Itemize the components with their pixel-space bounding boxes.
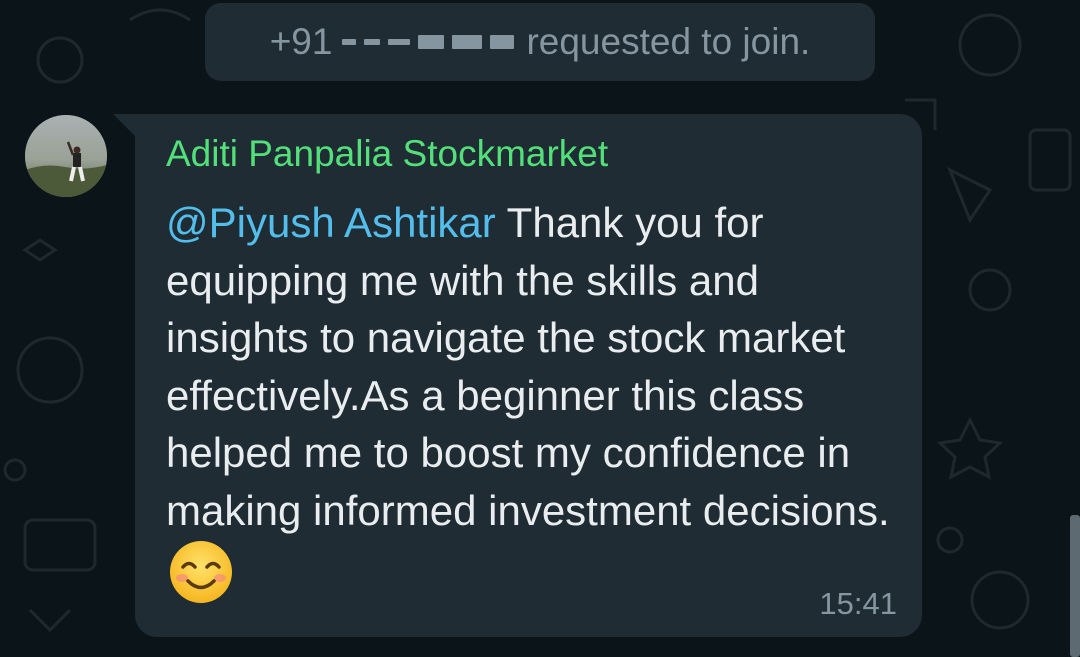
scrollbar-thumb[interactable] — [1070, 515, 1080, 657]
message-body: Thank you for equipping me with the skil… — [166, 199, 890, 534]
join-request-text: requested to join. — [526, 21, 811, 62]
bubble-tail — [113, 114, 137, 138]
sender-name[interactable]: Aditi Panpalia Stockmarket — [166, 133, 608, 175]
sender-avatar[interactable] — [25, 115, 107, 197]
message-timestamp: 15:41 — [819, 586, 897, 621]
join-request-notice: +91 requested to join. — [205, 3, 875, 81]
phone-prefix: +91 — [269, 21, 333, 62]
mention-link[interactable]: @Piyush Ashtikar — [166, 199, 496, 246]
message-text: @Piyush Ashtikar Thank you for equipping… — [166, 194, 896, 620]
redacted-phone-number — [342, 26, 515, 58]
message-bubble[interactable]: Aditi Panpalia Stockmarket @Piyush Ashti… — [135, 114, 922, 637]
smiling-face-emoji-icon — [168, 539, 234, 620]
chat-screen: +91 requested to join. Aditi Panpalia St… — [0, 0, 1080, 657]
avatar-photo — [25, 115, 107, 197]
